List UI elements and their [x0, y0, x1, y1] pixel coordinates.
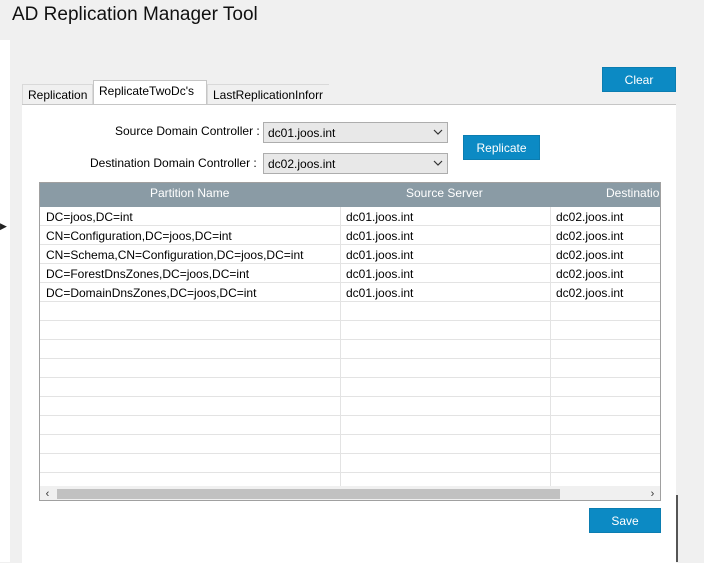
source-server-cell: dc01.joos.int	[346, 229, 414, 243]
save-button[interactable]: Save	[589, 508, 661, 533]
destination-cell: dc02.joos.int	[556, 210, 624, 224]
chevron-down-icon	[433, 160, 443, 166]
table-row[interactable]	[40, 454, 660, 473]
clear-button[interactable]: Clear	[602, 67, 676, 92]
source-dc-label: Source Domain Controller :	[115, 124, 260, 138]
table-row[interactable]	[40, 340, 660, 359]
source-dc-select[interactable]: dc01.joos.int	[263, 122, 448, 143]
table-row[interactable]	[40, 416, 660, 435]
table-row[interactable]: DC=ForestDnsZones,DC=joos,DC=int dc01.joo…	[40, 264, 660, 283]
destination-cell: dc02.joos.int	[556, 267, 624, 281]
table-row[interactable]: DC=joos,DC=int dc01.joos.int dc02.joos.int	[40, 207, 660, 226]
app-title: AD Replication Manager Tool	[12, 4, 258, 25]
table-row[interactable]	[40, 321, 660, 340]
panel-edge	[676, 495, 678, 562]
source-dc-value: dc01.joos.int	[268, 126, 336, 140]
table-row[interactable]	[40, 302, 660, 321]
tab-replication[interactable]: Replication	[22, 84, 93, 104]
column-header-destination[interactable]: Destinatio	[606, 186, 659, 200]
scrollbar-thumb[interactable]	[57, 489, 560, 499]
partition-cell: DC=joos,DC=int	[46, 210, 133, 224]
replication-grid[interactable]: Partition Name Source Server Destinatio …	[39, 182, 661, 501]
source-server-cell: dc01.joos.int	[346, 286, 414, 300]
destination-dc-label: Destination Domain Controller :	[90, 156, 257, 170]
destination-cell: dc02.joos.int	[556, 286, 624, 300]
chevron-right-icon[interactable]: ›	[645, 486, 660, 500]
horizontal-scrollbar[interactable]: ‹ ›	[40, 486, 660, 500]
source-server-cell: dc01.joos.int	[346, 248, 414, 262]
table-row[interactable]: CN=Configuration,DC=joos,DC=int dc01.joos…	[40, 226, 660, 245]
triangle-right-icon[interactable]: ▶	[0, 221, 7, 232]
table-row[interactable]: DC=DomainDnsZones,DC=joos,DC=int dc01.joo…	[40, 283, 660, 302]
partition-cell: CN=Schema,CN=Configuration,DC=joos,DC=in…	[46, 248, 304, 262]
table-row[interactable]	[40, 435, 660, 454]
destination-dc-value: dc02.joos.int	[268, 157, 336, 171]
source-server-cell: dc01.joos.int	[346, 267, 414, 281]
source-server-cell: dc01.joos.int	[346, 210, 414, 224]
chevron-down-icon	[433, 129, 443, 135]
tab-last-replication-info[interactable]: LastReplicationInforr	[207, 84, 329, 104]
destination-cell: dc02.joos.int	[556, 248, 624, 262]
replicate-button[interactable]: Replicate	[463, 135, 540, 160]
tab-replicate-two-dcs[interactable]: ReplicateTwoDc's	[93, 80, 207, 104]
destination-dc-select[interactable]: dc02.joos.int	[263, 153, 448, 174]
partition-cell: DC=ForestDnsZones,DC=joos,DC=int	[46, 267, 250, 281]
left-gutter	[0, 40, 10, 562]
partition-cell: CN=Configuration,DC=joos,DC=int	[46, 229, 232, 243]
table-row[interactable]	[40, 378, 660, 397]
partition-cell: DC=DomainDnsZones,DC=joos,DC=int	[46, 286, 257, 300]
chevron-left-icon[interactable]: ‹	[40, 486, 55, 500]
column-header-partition[interactable]: Partition Name	[150, 186, 229, 200]
grid-header: Partition Name Source Server Destinatio	[40, 183, 660, 207]
column-header-source[interactable]: Source Server	[406, 186, 483, 200]
destination-cell: dc02.joos.int	[556, 229, 624, 243]
table-row[interactable]	[40, 359, 660, 378]
table-row[interactable]: CN=Schema,CN=Configuration,DC=joos,DC=in…	[40, 245, 660, 264]
table-row[interactable]	[40, 397, 660, 416]
